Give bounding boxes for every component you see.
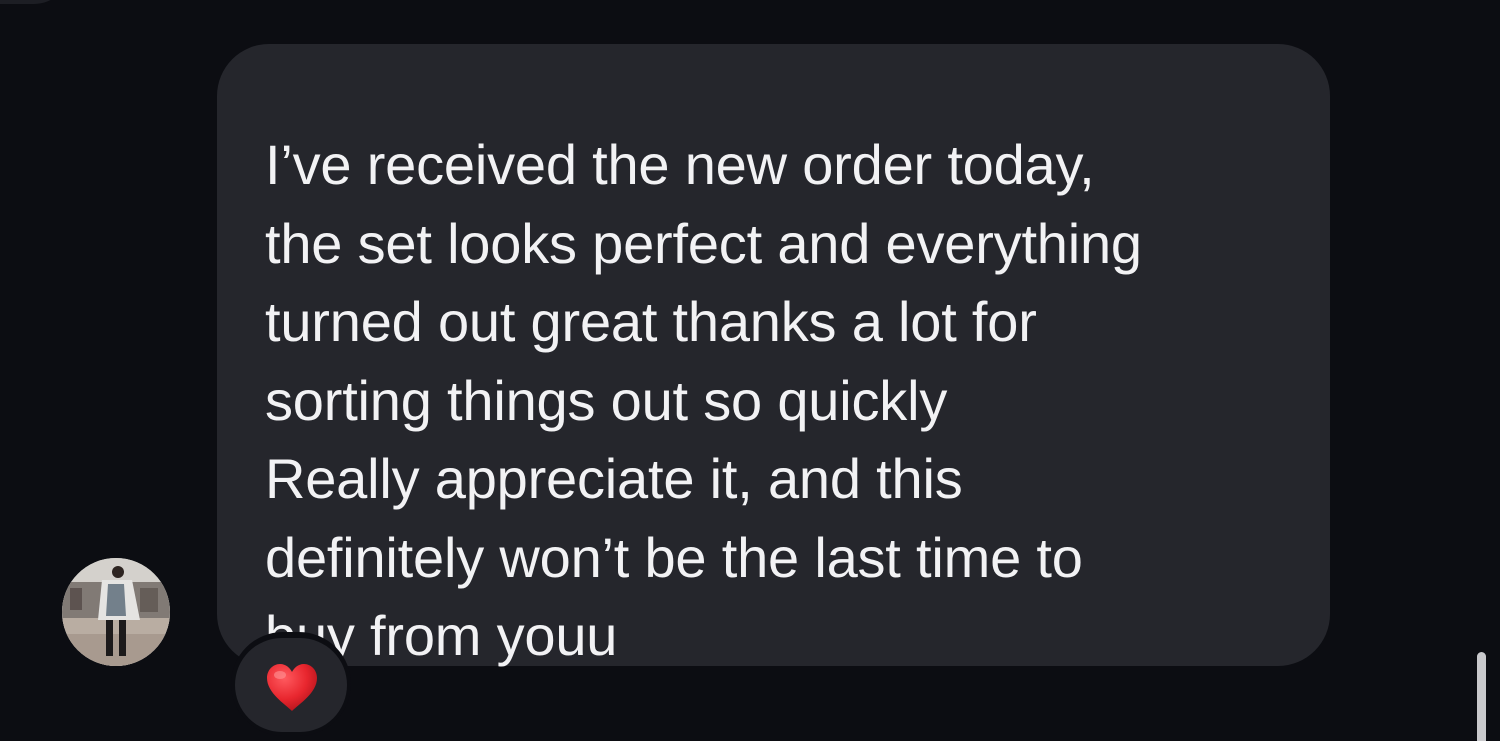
message-line: I’ve received the new order today, bbox=[265, 133, 1095, 196]
scrollbar[interactable] bbox=[1477, 652, 1486, 741]
message-line: the set looks perfect and everything bbox=[265, 211, 1142, 275]
message-line: sorting things out so quickly bbox=[265, 368, 948, 432]
red-heart-icon bbox=[267, 664, 317, 711]
sender-avatar[interactable] bbox=[62, 558, 170, 666]
previous-message-bubble-edge bbox=[0, 0, 70, 4]
message-line: buy from youu bbox=[265, 604, 618, 667]
message-line: turned out great thanks a lot for bbox=[265, 290, 1037, 353]
message-bubble[interactable]: I’ve received the new order today, the s… bbox=[217, 44, 1330, 667]
chat-thread: I’ve received the new order today, the s… bbox=[0, 0, 1500, 741]
message-line: Really appreciate it, and this bbox=[265, 447, 963, 510]
reaction-pill bbox=[235, 638, 347, 732]
avatar-photo bbox=[62, 558, 170, 666]
reaction-badge[interactable] bbox=[231, 632, 351, 736]
message-line: definitely won’t be the last time to bbox=[265, 525, 1083, 589]
